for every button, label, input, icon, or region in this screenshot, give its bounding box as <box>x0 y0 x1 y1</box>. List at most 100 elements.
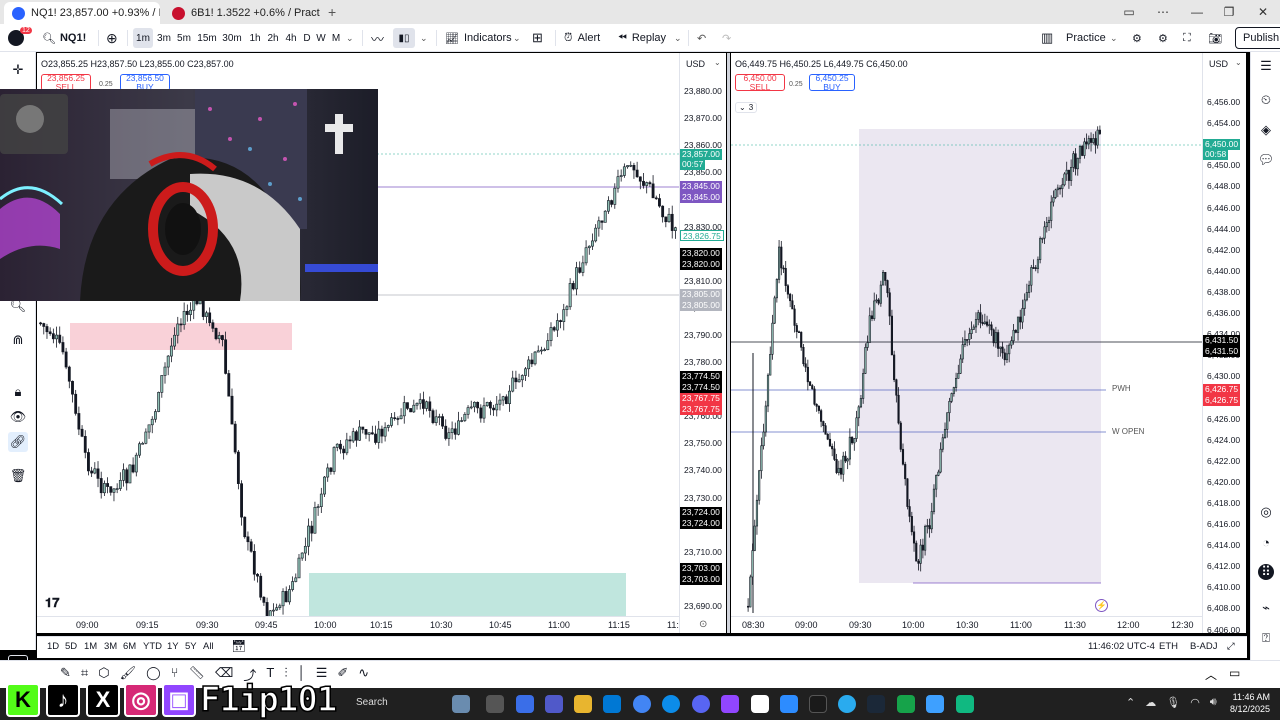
eye-icon[interactable]: 👁︎ <box>8 407 28 427</box>
layout-grid-icon[interactable]: ⊞ <box>532 24 543 52</box>
session-toggle[interactable]: ETH <box>1159 641 1178 652</box>
alerts-clock-icon[interactable]: ⏲ <box>1258 92 1274 108</box>
timeframe-1h[interactable]: 1h <box>247 28 263 48</box>
sell-button[interactable]: 6,450.00 SELL <box>735 73 785 91</box>
discord-icon[interactable] <box>692 695 710 713</box>
crosshair-icon[interactable]: ✛ <box>8 60 28 80</box>
undo-icon[interactable]: ↶ <box>697 24 706 52</box>
taskbar-clock[interactable]: 11:46 AM 8/12/2025 <box>1226 691 1270 715</box>
trash-icon[interactable]: 🗑︎ <box>8 466 28 486</box>
user-avatar[interactable]: 12 <box>8 24 32 52</box>
compare-add-icon[interactable]: ⊕ <box>106 24 118 52</box>
chevron-down-icon[interactable]: ⌄ <box>1235 58 1242 67</box>
timeframe-30m[interactable]: 30m <box>221 28 243 48</box>
microphone-icon[interactable]: 🎙︎ <box>1166 696 1180 709</box>
scale-settings-icon[interactable]: ⊙ <box>699 619 707 630</box>
chevron-up-icon[interactable]: ⌃ <box>1126 696 1135 709</box>
time-scale-nq[interactable]: 09:00 09:15 09:30 09:45 10:00 10:15 10:30 10:45… <box>37 616 679 633</box>
volume-icon[interactable]: 🔊︎ <box>1210 696 1217 709</box>
timeframe-15m[interactable]: 15m <box>196 28 218 48</box>
timeframe-w[interactable]: W <box>315 28 327 48</box>
redo-icon[interactable]: ↷ <box>722 24 731 52</box>
browser-tab-6b[interactable]: 6B1! 1.3522 +0.6% / Practic... ✕ <box>164 2 320 24</box>
help-icon[interactable]: ⍰ <box>1258 630 1274 646</box>
maximize-pane-icon[interactable]: ⤢ <box>1227 641 1235 652</box>
pulse-icon[interactable]: ⌁ <box>1258 600 1274 616</box>
chevron-up-icon[interactable]: ︿ <box>1205 666 1217 683</box>
magnet-icon[interactable]: ⋒ <box>8 330 28 350</box>
range-1d[interactable]: 1D <box>47 641 59 652</box>
range-ytd[interactable]: YTD <box>143 641 162 652</box>
camera-snapshot-icon[interactable]: 📷︎ <box>1208 24 1222 52</box>
store-icon[interactable] <box>603 695 621 713</box>
steam-icon[interactable] <box>867 695 885 713</box>
cloud-icon[interactable]: ☁ <box>1145 696 1156 709</box>
ideas-icon[interactable]: ◔ <box>1258 534 1274 550</box>
date-range-calendar-icon[interactable]: 📅︎ <box>231 639 246 653</box>
price-scale-nq[interactable]: USD ⌄ 23,880.00 23,870.00 23,860.00 23,850.… <box>679 53 726 633</box>
range-1y[interactable]: 1Y <box>167 641 179 652</box>
range-1m[interactable]: 1M <box>84 641 97 652</box>
timeframe-4h[interactable]: 4h <box>283 28 299 48</box>
timeframe-5m[interactable]: 5m <box>175 28 193 48</box>
indicators-button[interactable]: 📈︎ Indicators <box>445 24 512 52</box>
target-icon[interactable]: ◎ <box>1258 504 1274 520</box>
range-5d[interactable]: 5D <box>65 641 77 652</box>
more-icon[interactable]: ⋯ <box>1146 0 1180 24</box>
clock-readout[interactable]: 11:46:02 UTC-4 <box>1088 641 1155 652</box>
apps-grid-icon[interactable]: ⠿ <box>1258 564 1274 580</box>
time-scale-es[interactable]: 08:30 09:00 09:30 10:00 10:30 11:00 11:30 12:00… <box>731 616 1202 633</box>
app-icon[interactable] <box>956 695 974 713</box>
wifi-icon[interactable]: ◠ <box>1190 696 1200 709</box>
lock-icon[interactable]: 🔒︎ <box>8 382 28 402</box>
notepad-icon[interactable] <box>926 695 944 713</box>
browser-tab-nq[interactable]: NQ1! 23,857.00 +0.93% / I... ✕ <box>4 2 160 24</box>
close-window-button[interactable]: ✕ <box>1246 0 1280 24</box>
task-view-icon[interactable] <box>486 695 504 713</box>
widgets-icon[interactable] <box>516 695 534 713</box>
cast-icon[interactable]: ▭ <box>1112 0 1146 24</box>
chart-pane-es[interactable]: O6,449.75 H6,450.25 L6,449.75 C6,450.00 … <box>731 53 1246 633</box>
obs-icon[interactable] <box>721 695 739 713</box>
tradingview-app-icon[interactable] <box>751 695 769 713</box>
chevron-down-icon[interactable]: ⌄ <box>513 24 521 52</box>
taskbar-search[interactable]: Search <box>356 697 388 708</box>
link-icon[interactable]: 🔗︎ <box>8 432 28 452</box>
price-scale-es[interactable]: USD ⌄ 6,456.006,454.006,452.006,450.006,… <box>1202 53 1246 633</box>
symbol-search[interactable]: 🔍︎ NQ1! <box>42 24 86 52</box>
chevron-down-icon[interactable]: ⌄ <box>346 24 354 52</box>
edge-icon[interactable] <box>662 695 680 713</box>
quick-search-icon[interactable]: ⚙︎ <box>1132 24 1142 52</box>
fullscreen-icon[interactable]: ⛶ <box>1183 24 1191 52</box>
range-6m[interactable]: 6M <box>123 641 136 652</box>
adjustment-toggle[interactable]: B-ADJ <box>1190 641 1217 652</box>
alert-button[interactable]: ⏰︎ Alert <box>564 24 600 52</box>
practice-account[interactable]: Practice <box>1066 24 1106 52</box>
file-explorer-icon[interactable] <box>574 695 592 713</box>
timeframe-1m[interactable]: 1m <box>133 28 153 48</box>
range-all[interactable]: All <box>203 641 214 652</box>
zoom-app-icon[interactable] <box>780 695 798 713</box>
range-5y[interactable]: 5Y <box>185 641 197 652</box>
chevron-down-icon[interactable]: ⌄ <box>714 58 721 67</box>
new-tab-button[interactable]: + <box>328 4 336 20</box>
publish-button[interactable]: Publish <box>1235 27 1280 49</box>
buy-button[interactable]: 6,450.25 BUY <box>809 73 855 91</box>
line-chart-icon[interactable]: 〰 <box>371 24 384 52</box>
expand-panel-icon[interactable]: ▭ <box>1229 666 1240 680</box>
watchlist-icon[interactable]: ☰ <box>1258 58 1274 74</box>
timeframe-3m[interactable]: 3m <box>155 28 173 48</box>
replay-button[interactable]: ⏪︎ Replay <box>618 24 666 52</box>
candles-chart-icon[interactable]: ▮▯ <box>393 28 415 48</box>
layers-icon[interactable]: ◈ <box>1258 122 1274 138</box>
timeframe-m[interactable]: M <box>330 28 342 48</box>
telegram-icon[interactable] <box>838 695 856 713</box>
settings-gear-icon[interactable]: ⚙ <box>1158 24 1168 52</box>
nvidia-icon[interactable] <box>897 695 915 713</box>
timeframe-2h[interactable]: 2h <box>265 28 281 48</box>
chevron-down-icon[interactable]: ⌄ <box>674 24 682 52</box>
chevron-down-icon[interactable]: ⌄ <box>420 24 428 52</box>
lightning-event-icon[interactable]: ⚡ <box>1095 599 1108 612</box>
terminal-icon[interactable] <box>809 695 827 713</box>
chat-icon[interactable]: 💬︎ <box>1258 152 1275 168</box>
